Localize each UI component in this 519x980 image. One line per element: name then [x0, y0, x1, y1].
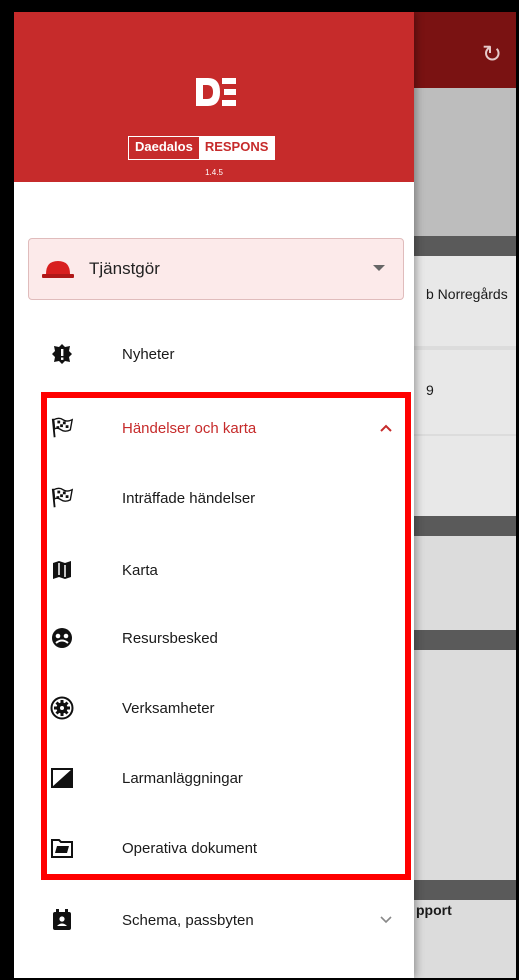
- map-icon: [50, 558, 74, 582]
- menu-item-label: Schema, passbyten: [122, 911, 254, 929]
- checkered-flag-icon: [50, 486, 74, 510]
- calendar-person-icon: [50, 908, 74, 932]
- checkered-flag-icon: [50, 416, 74, 440]
- brand-product: RESPONS: [198, 137, 275, 159]
- screen: ↻ b Norregårds 9 pport Daedalos RESPONS …: [14, 12, 516, 978]
- menu-item-schema-passbyten[interactable]: Schema, passbyten: [14, 894, 414, 946]
- alarm-panel-icon: [50, 766, 74, 790]
- navigation-drawer: Daedalos RESPONS 1.4.5 Tjänstgör Nyheter: [14, 12, 414, 978]
- brand-name-box: Daedalos RESPONS: [128, 136, 276, 160]
- status-selector[interactable]: Tjänstgör: [28, 238, 404, 300]
- menu-item-nyheter[interactable]: Nyheter: [14, 328, 414, 380]
- background-text: pport: [416, 902, 452, 918]
- menu-item-label: Resursbesked: [122, 629, 218, 647]
- menu-item-verksamheter[interactable]: Verksamheter: [14, 682, 414, 734]
- chevron-down-icon[interactable]: [378, 912, 394, 928]
- background-text: b Norregårds: [426, 286, 508, 302]
- folder-icon: [50, 836, 74, 860]
- background-text: 9: [426, 382, 434, 398]
- helmet-icon: [42, 261, 74, 278]
- gear-badge-icon: [50, 696, 74, 720]
- refresh-icon[interactable]: ↻: [482, 40, 502, 69]
- resource-icon: [50, 626, 74, 650]
- menu-item-intraffade-handelser[interactable]: Inträffade händelser: [14, 472, 414, 524]
- menu-item-handelser-och-karta[interactable]: Händelser och karta: [14, 402, 414, 454]
- menu-item-label: Larmanläggningar: [122, 769, 243, 787]
- alert-badge-icon: [50, 342, 74, 366]
- menu-item-label: Inträffade händelser: [122, 489, 256, 507]
- version-label: 1.4.5: [205, 168, 223, 177]
- brand-header: Daedalos RESPONS 1.4.5: [14, 12, 414, 182]
- menu-item-resursbesked[interactable]: Resursbesked: [14, 612, 414, 664]
- menu-item-karta[interactable]: Karta: [14, 544, 414, 596]
- chevron-up-icon[interactable]: [378, 420, 394, 436]
- menu-item-label: Operativa dokument: [122, 839, 258, 857]
- app-logo: [196, 78, 236, 106]
- menu-item-label: Händelser och karta: [122, 419, 257, 437]
- phone-frame: ↻ b Norregårds 9 pport Daedalos RESPONS …: [0, 0, 519, 980]
- menu-item-label: Verksamheter: [122, 699, 215, 717]
- menu-item-label: Karta: [122, 561, 158, 579]
- dropdown-caret-icon: [373, 265, 385, 271]
- status-label: Tjänstgör: [89, 259, 160, 278]
- menu-item-larmanlaggningar[interactable]: Larmanläggningar: [14, 752, 414, 804]
- brand-name: Daedalos: [135, 139, 193, 154]
- menu-item-label: Nyheter: [122, 345, 175, 363]
- menu-item-operativa-dokument[interactable]: Operativa dokument: [14, 822, 414, 874]
